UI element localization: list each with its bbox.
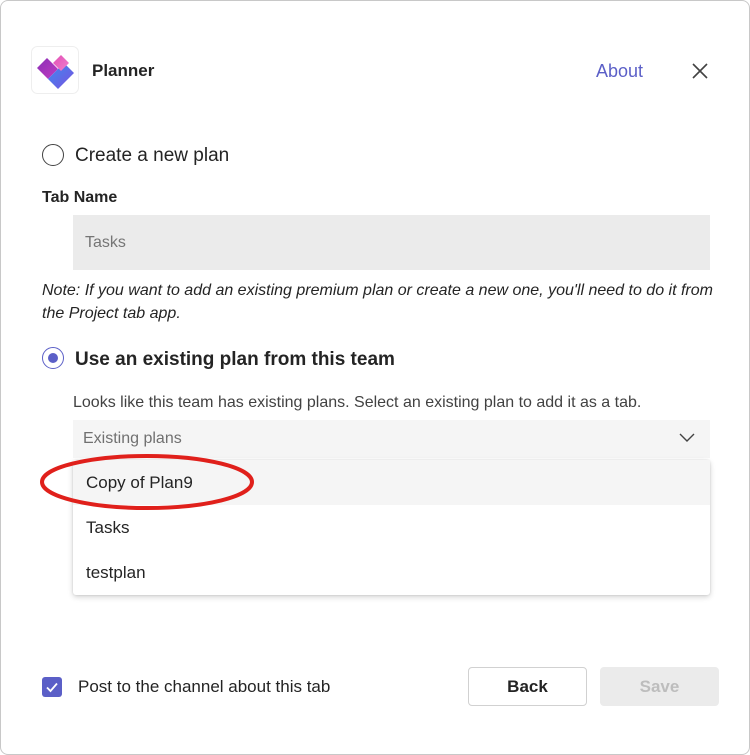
plan-option-label: testplan	[86, 563, 146, 582]
planner-logo-icon	[31, 46, 79, 94]
plan-option-label: Copy of Plan9	[86, 473, 193, 492]
chevron-down-icon[interactable]	[678, 428, 696, 446]
dialog: Planner About Create a new plan Tab Name…	[0, 0, 750, 755]
use-existing-plan-radio[interactable]	[42, 347, 64, 369]
plan-option-copy-of-plan9[interactable]: Copy of Plan9	[73, 460, 710, 505]
post-to-channel-label[interactable]: Post to the channel about this tab	[78, 677, 330, 697]
close-icon[interactable]	[689, 60, 711, 82]
existing-plans-listbox: Copy of Plan9 Tasks testplan	[73, 460, 710, 595]
post-to-channel-checkbox[interactable]	[42, 677, 62, 697]
existing-plans-placeholder: Existing plans	[83, 430, 182, 447]
about-link[interactable]: About	[596, 61, 643, 82]
plan-option-label: Tasks	[86, 518, 130, 537]
back-button[interactable]: Back	[468, 667, 587, 706]
save-button[interactable]: Save	[600, 667, 719, 706]
checkmark-icon	[46, 682, 58, 693]
radio-selected-dot	[47, 352, 58, 363]
existing-plans-dropdown[interactable]: Existing plans	[73, 420, 710, 458]
plan-option-tasks[interactable]: Tasks	[73, 505, 710, 550]
premium-plan-note: Note: If you want to add an existing pre…	[42, 282, 713, 322]
use-existing-plan-label[interactable]: Use an existing plan from this team	[75, 349, 395, 371]
plan-option-testplan[interactable]: testplan	[73, 550, 710, 595]
existing-plans-helper-text: Looks like this team has existing plans.…	[73, 394, 642, 411]
create-new-plan-label[interactable]: Create a new plan	[75, 145, 229, 167]
app-title: Planner	[92, 61, 155, 80]
tab-name-input[interactable]	[73, 215, 710, 270]
tab-name-label: Tab Name	[42, 189, 118, 206]
create-new-plan-radio[interactable]	[42, 144, 64, 166]
